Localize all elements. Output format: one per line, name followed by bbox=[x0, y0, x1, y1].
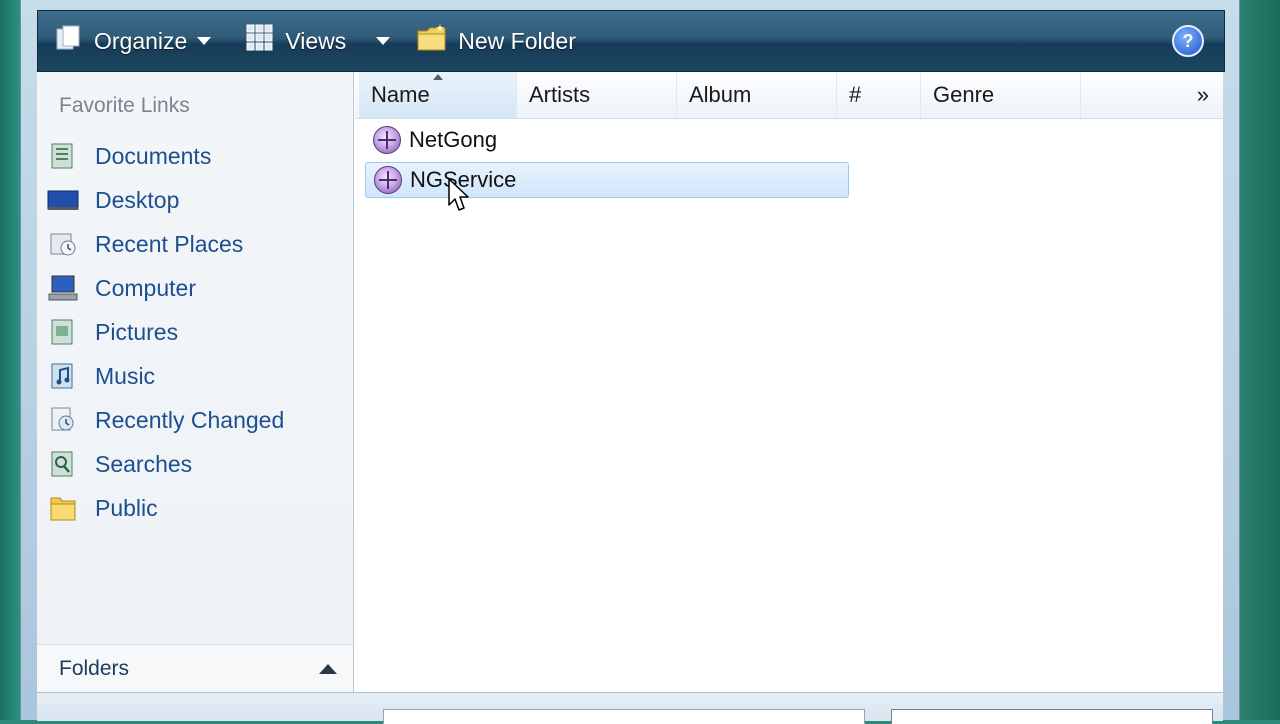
views-label: Views bbox=[285, 27, 347, 54]
chevron-up-icon bbox=[319, 664, 337, 674]
searches-icon bbox=[47, 450, 79, 478]
open-file-dialog: Organize Views New Folder ? Favorite Lin… bbox=[20, 0, 1240, 724]
folders-toggle[interactable]: Folders bbox=[37, 644, 353, 693]
new-folder-icon bbox=[416, 23, 448, 59]
file-name-input[interactable] bbox=[383, 709, 865, 724]
column-header-label: Album bbox=[689, 82, 752, 107]
column-header-album[interactable]: Album bbox=[677, 72, 837, 118]
column-header-label: # bbox=[849, 82, 862, 107]
command-toolbar: Organize Views New Folder ? bbox=[37, 10, 1225, 72]
views-grid-icon bbox=[245, 23, 275, 59]
nav-item-label: Recently Changed bbox=[95, 406, 285, 433]
new-folder-label: New Folder bbox=[458, 27, 576, 54]
file-name-bar bbox=[37, 692, 1223, 724]
column-header-genre[interactable]: Genre bbox=[921, 72, 1081, 118]
favorite-links-heading: Favorite Links bbox=[59, 94, 190, 117]
nav-item-recent-places[interactable]: Recent Places bbox=[47, 226, 337, 262]
file-list-pane: Name Artists Album # Genre » NetGong NGS… bbox=[355, 72, 1223, 692]
column-header-artists[interactable]: Artists bbox=[517, 72, 677, 118]
nav-item-desktop[interactable]: Desktop bbox=[47, 182, 337, 218]
nav-item-label: Public bbox=[95, 494, 158, 521]
nav-item-label: Computer bbox=[95, 274, 196, 301]
column-headers: Name Artists Album # Genre » bbox=[355, 72, 1223, 119]
nav-item-label: Documents bbox=[95, 142, 212, 169]
application-icon bbox=[373, 126, 401, 154]
column-header-name[interactable]: Name bbox=[359, 72, 517, 118]
nav-item-documents[interactable]: Documents bbox=[47, 138, 337, 174]
application-icon bbox=[374, 166, 402, 194]
column-header-label: Name bbox=[371, 82, 430, 107]
nav-item-label: Desktop bbox=[95, 186, 180, 213]
music-icon bbox=[47, 362, 79, 390]
column-header-label: Artists bbox=[529, 82, 591, 107]
desktop-icon bbox=[47, 186, 79, 214]
recent-places-icon bbox=[47, 230, 79, 258]
file-item-netgong[interactable]: NetGong bbox=[365, 122, 849, 158]
column-header-label: Genre bbox=[933, 82, 995, 107]
nav-item-pictures[interactable]: Pictures bbox=[47, 314, 337, 350]
nav-item-music[interactable]: Music bbox=[47, 358, 337, 394]
nav-item-public[interactable]: Public bbox=[47, 490, 337, 526]
nav-item-label: Recent Places bbox=[95, 230, 244, 257]
folders-label: Folders bbox=[59, 657, 130, 680]
file-type-select[interactable] bbox=[891, 709, 1213, 724]
more-columns-button[interactable]: » bbox=[1197, 82, 1209, 108]
organize-label: Organize bbox=[94, 27, 188, 54]
file-item-ngservice[interactable]: NGService bbox=[365, 162, 849, 198]
documents-icon bbox=[47, 142, 79, 170]
nav-item-label: Music bbox=[95, 362, 156, 389]
recently-changed-icon bbox=[47, 406, 79, 434]
organize-dropdown-icon bbox=[197, 37, 212, 45]
file-name: NetGong bbox=[409, 127, 498, 152]
column-header-number[interactable]: # bbox=[837, 72, 921, 118]
nav-item-label: Searches bbox=[95, 450, 193, 477]
mouse-cursor-icon bbox=[448, 178, 469, 211]
organize-button[interactable]: Organize bbox=[54, 11, 212, 71]
help-icon: ? bbox=[1182, 30, 1194, 51]
nav-item-computer[interactable]: Computer bbox=[47, 270, 337, 306]
views-dropdown-icon bbox=[376, 37, 391, 45]
nav-item-recently-changed[interactable]: Recently Changed bbox=[47, 402, 337, 438]
help-button[interactable]: ? bbox=[1172, 25, 1204, 57]
nav-item-searches[interactable]: Searches bbox=[47, 446, 337, 482]
pictures-icon bbox=[47, 318, 79, 346]
navigation-pane: Favorite Links Documents Desktop Recent … bbox=[37, 72, 354, 693]
organize-icon bbox=[54, 23, 84, 59]
views-button[interactable]: Views bbox=[245, 11, 391, 71]
dialog-content: Favorite Links Documents Desktop Recent … bbox=[37, 72, 1223, 724]
nav-item-label: Pictures bbox=[95, 318, 179, 345]
public-folder-icon bbox=[47, 494, 79, 522]
sort-ascending-icon bbox=[433, 74, 443, 80]
computer-icon bbox=[47, 274, 79, 302]
new-folder-button[interactable]: New Folder bbox=[416, 11, 576, 71]
